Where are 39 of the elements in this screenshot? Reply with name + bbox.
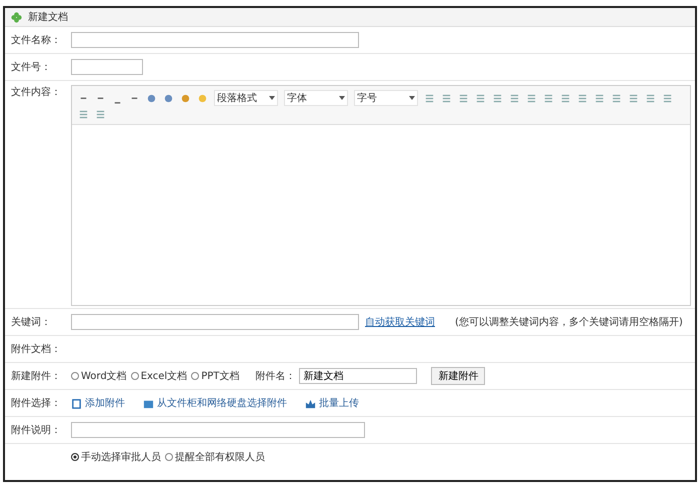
input-field[interactable] [71,422,365,438]
input-field[interactable] [71,32,359,48]
radio-label[interactable]: PPT文档 [201,369,240,383]
radio-label[interactable]: 手动选择审批人员 [81,450,161,464]
caret-icon[interactable] [409,96,415,100]
rich-text-editor[interactable]: 段落格式 字体 字号 [71,85,691,306]
input-field[interactable] [71,59,143,75]
radio-button[interactable] [191,372,200,380]
radio-button[interactable] [165,453,173,461]
caret-icon[interactable] [269,96,275,100]
field-label: 附件文档： [11,342,62,356]
field-label: 文件名称： [11,34,62,47]
field-label: 文件内容： [11,86,62,99]
radio-label[interactable]: 提醒全部有权限人员 [175,450,265,464]
input-field[interactable]: 新建文档 [299,368,418,384]
caret-icon[interactable] [339,96,345,100]
radio-label[interactable]: Excel文档 [140,369,188,383]
radio-button[interactable] [71,453,79,461]
new-attachment-button[interactable]: 新建附件 [431,367,486,385]
field-label: 新建附件： [11,370,62,383]
input-field[interactable] [71,314,359,330]
auto-keywords-link[interactable]: 自动获取关键词 [365,315,435,329]
field-label: 附件选择： [11,396,62,410]
field-label: 附件名： [255,370,296,383]
attachment-action-link[interactable]: 批量上传 [319,396,359,410]
clover-icon [11,12,22,22]
field-label: 关键词： [11,316,52,329]
field-label: 附件说明： [11,424,62,437]
attachment-action-link[interactable]: 从文件柜和网络硬盘选择附件 [157,396,287,410]
attachment-action-link[interactable]: 添加附件 [85,396,125,410]
radio-button[interactable] [130,372,139,380]
form-title: 新建文档 [28,10,68,24]
format-dropdown[interactable]: 段落格式 [214,90,278,106]
format-dropdown[interactable]: 字体 [284,90,348,106]
radio-button[interactable] [71,372,79,380]
radio-label[interactable]: Word文档 [81,369,127,383]
format-dropdown[interactable]: 字号 [354,90,418,106]
field-label: 文件号： [11,60,52,74]
keyword-hint: (您可以调整关键词内容，多个关键词请用空格隔开) [455,316,683,329]
